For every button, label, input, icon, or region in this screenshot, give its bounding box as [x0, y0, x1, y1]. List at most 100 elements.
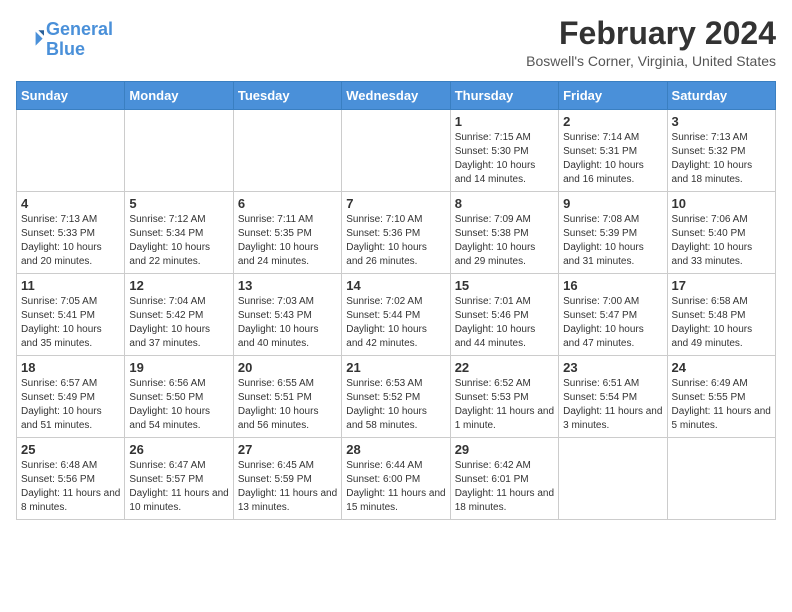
day-info: Sunrise: 7:02 AMSunset: 5:44 PMDaylight:… [346, 295, 445, 351]
day-number: 4 [21, 196, 120, 211]
day-cell [233, 110, 341, 192]
day-cell: 19 Sunrise: 6:56 AMSunset: 5:50 PMDayligh… [125, 356, 233, 438]
day-info: Sunrise: 6:51 AMSunset: 5:54 PMDaylight:… [563, 377, 662, 433]
day-number: 17 [672, 278, 771, 293]
day-number: 12 [129, 278, 228, 293]
day-number: 19 [129, 360, 228, 375]
day-info: Sunrise: 7:13 AMSunset: 5:33 PMDaylight:… [21, 213, 120, 269]
day-number: 18 [21, 360, 120, 375]
day-cell: 4 Sunrise: 7:13 AMSunset: 5:33 PMDaylight… [17, 192, 125, 274]
day-cell: 24 Sunrise: 6:49 AMSunset: 5:55 PMDayligh… [667, 356, 775, 438]
day-cell: 9Sunrise: 7:08 AMSunset: 5:39 PMDaylight… [559, 192, 667, 274]
day-info: Sunrise: 7:05 AMSunset: 5:41 PMDaylight:… [21, 295, 120, 351]
day-number: 20 [238, 360, 337, 375]
week-row-3: 11 Sunrise: 7:05 AMSunset: 5:41 PMDayligh… [17, 274, 776, 356]
day-info: Sunrise: 7:04 AMSunset: 5:42 PMDaylight:… [129, 295, 228, 351]
day-info: Sunrise: 7:14 AMSunset: 5:31 PMDaylight:… [563, 131, 662, 187]
day-info: Sunrise: 6:42 AMSunset: 6:01 PMDaylight:… [455, 459, 554, 515]
header-cell-wednesday: Wednesday [342, 82, 450, 110]
week-row-5: 25 Sunrise: 6:48 AMSunset: 5:56 PMDayligh… [17, 438, 776, 520]
day-info: Sunrise: 7:03 AMSunset: 5:43 PMDaylight:… [238, 295, 337, 351]
header-cell-monday: Monday [125, 82, 233, 110]
day-cell: 14 Sunrise: 7:02 AMSunset: 5:44 PMDayligh… [342, 274, 450, 356]
day-number: 24 [672, 360, 771, 375]
day-number: 7 [346, 196, 445, 211]
day-info: Sunrise: 6:48 AMSunset: 5:56 PMDaylight:… [21, 459, 120, 515]
day-number: 10 [672, 196, 771, 211]
page-header: General Blue February 2024 Boswell's Cor… [16, 16, 776, 69]
title-block: February 2024 Boswell's Corner, Virginia… [526, 16, 776, 69]
day-info: Sunrise: 7:13 AMSunset: 5:32 PMDaylight:… [672, 131, 771, 187]
day-info: Sunrise: 6:53 AMSunset: 5:52 PMDaylight:… [346, 377, 445, 433]
day-number: 14 [346, 278, 445, 293]
logo: General Blue [16, 20, 113, 60]
day-cell: 27 Sunrise: 6:45 AMSunset: 5:59 PMDayligh… [233, 438, 341, 520]
calendar-header: SundayMondayTuesdayWednesdayThursdayFrid… [17, 82, 776, 110]
day-cell [667, 438, 775, 520]
day-cell: 12 Sunrise: 7:04 AMSunset: 5:42 PMDayligh… [125, 274, 233, 356]
day-number: 8 [455, 196, 554, 211]
day-info: Sunrise: 6:44 AMSunset: 6:00 PMDaylight:… [346, 459, 445, 515]
day-cell: 23 Sunrise: 6:51 AMSunset: 5:54 PMDayligh… [559, 356, 667, 438]
day-cell: 1 Sunrise: 7:15 AMSunset: 5:30 PMDaylight… [450, 110, 558, 192]
day-number: 27 [238, 442, 337, 457]
day-info: Sunrise: 6:47 AMSunset: 5:57 PMDaylight:… [129, 459, 228, 515]
day-info: Sunrise: 7:12 AMSunset: 5:34 PMDaylight:… [129, 213, 228, 269]
day-cell [125, 110, 233, 192]
day-number: 21 [346, 360, 445, 375]
calendar-body: 1 Sunrise: 7:15 AMSunset: 5:30 PMDaylight… [17, 110, 776, 520]
day-number: 26 [129, 442, 228, 457]
day-cell: 15Sunrise: 7:01 AMSunset: 5:46 PMDayligh… [450, 274, 558, 356]
day-cell [17, 110, 125, 192]
header-cell-friday: Friday [559, 82, 667, 110]
day-info: Sunrise: 6:52 AMSunset: 5:53 PMDaylight:… [455, 377, 554, 433]
day-info: Sunrise: 6:49 AMSunset: 5:55 PMDaylight:… [672, 377, 771, 433]
day-number: 5 [129, 196, 228, 211]
day-info: Sunrise: 7:09 AMSunset: 5:38 PMDaylight:… [455, 213, 554, 269]
day-cell: 26 Sunrise: 6:47 AMSunset: 5:57 PMDayligh… [125, 438, 233, 520]
day-info: Sunrise: 6:55 AMSunset: 5:51 PMDaylight:… [238, 377, 337, 433]
day-info: Sunrise: 7:15 AMSunset: 5:30 PMDaylight:… [455, 131, 554, 187]
week-row-2: 4 Sunrise: 7:13 AMSunset: 5:33 PMDaylight… [17, 192, 776, 274]
header-cell-tuesday: Tuesday [233, 82, 341, 110]
day-info: Sunrise: 7:11 AMSunset: 5:35 PMDaylight:… [238, 213, 337, 269]
day-number: 28 [346, 442, 445, 457]
day-cell: 2Sunrise: 7:14 AMSunset: 5:31 PMDaylight… [559, 110, 667, 192]
day-info: Sunrise: 7:10 AMSunset: 5:36 PMDaylight:… [346, 213, 445, 269]
week-row-1: 1 Sunrise: 7:15 AMSunset: 5:30 PMDaylight… [17, 110, 776, 192]
day-info: Sunrise: 6:45 AMSunset: 5:59 PMDaylight:… [238, 459, 337, 515]
day-cell: 25 Sunrise: 6:48 AMSunset: 5:56 PMDayligh… [17, 438, 125, 520]
day-cell [559, 438, 667, 520]
day-info: Sunrise: 7:08 AMSunset: 5:39 PMDaylight:… [563, 213, 662, 269]
day-number: 1 [455, 114, 554, 129]
day-cell: 7 Sunrise: 7:10 AMSunset: 5:36 PMDaylight… [342, 192, 450, 274]
main-title: February 2024 [526, 16, 776, 51]
day-cell: 13Sunrise: 7:03 AMSunset: 5:43 PMDayligh… [233, 274, 341, 356]
logo-icon [16, 26, 44, 54]
day-info: Sunrise: 7:01 AMSunset: 5:46 PMDaylight:… [455, 295, 554, 351]
day-info: Sunrise: 6:56 AMSunset: 5:50 PMDaylight:… [129, 377, 228, 433]
header-row: SundayMondayTuesdayWednesdayThursdayFrid… [17, 82, 776, 110]
day-cell: 17 Sunrise: 6:58 AMSunset: 5:48 PMDayligh… [667, 274, 775, 356]
header-cell-saturday: Saturday [667, 82, 775, 110]
day-cell: 8 Sunrise: 7:09 AMSunset: 5:38 PMDaylight… [450, 192, 558, 274]
day-info: Sunrise: 7:00 AMSunset: 5:47 PMDaylight:… [563, 295, 662, 351]
day-number: 11 [21, 278, 120, 293]
day-info: Sunrise: 6:58 AMSunset: 5:48 PMDaylight:… [672, 295, 771, 351]
day-number: 3 [672, 114, 771, 129]
day-info: Sunrise: 7:06 AMSunset: 5:40 PMDaylight:… [672, 213, 771, 269]
day-number: 25 [21, 442, 120, 457]
day-cell: 5 Sunrise: 7:12 AMSunset: 5:34 PMDaylight… [125, 192, 233, 274]
day-number: 22 [455, 360, 554, 375]
day-info: Sunrise: 6:57 AMSunset: 5:49 PMDaylight:… [21, 377, 120, 433]
day-number: 29 [455, 442, 554, 457]
week-row-4: 18 Sunrise: 6:57 AMSunset: 5:49 PMDayligh… [17, 356, 776, 438]
header-cell-sunday: Sunday [17, 82, 125, 110]
day-number: 23 [563, 360, 662, 375]
day-cell: 16Sunrise: 7:00 AMSunset: 5:47 PMDayligh… [559, 274, 667, 356]
day-cell: 29 Sunrise: 6:42 AMSunset: 6:01 PMDayligh… [450, 438, 558, 520]
calendar-table: SundayMondayTuesdayWednesdayThursdayFrid… [16, 81, 776, 520]
day-cell: 10 Sunrise: 7:06 AMSunset: 5:40 PMDayligh… [667, 192, 775, 274]
day-cell [342, 110, 450, 192]
logo-text: General Blue [46, 20, 113, 60]
